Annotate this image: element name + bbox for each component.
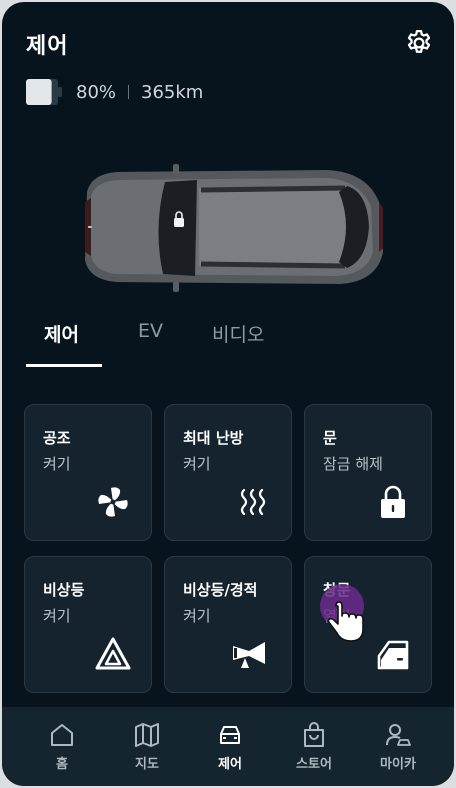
card-hazard[interactable]: 비상등 켜기 bbox=[24, 556, 152, 693]
card-hazard-horn[interactable]: 비상등/경적 켜기 bbox=[164, 556, 292, 693]
mycar-icon bbox=[386, 724, 411, 746]
gear-icon[interactable] bbox=[404, 28, 434, 58]
phone-screen: 제어 80% 365km 제어 EV 비디오 공조 켜기 최대 난방 켜기 문 … bbox=[2, 2, 454, 786]
store-icon bbox=[304, 722, 324, 747]
card-action: 잠금 해제 bbox=[323, 455, 383, 473]
bottom-navigation: 홈 지도 제어 스토어 마이카 bbox=[2, 707, 454, 786]
card-action: 켜기 bbox=[183, 607, 211, 625]
nav-label: 지도 bbox=[135, 757, 159, 772]
card-title: 문 bbox=[323, 429, 337, 447]
car-icon bbox=[220, 726, 240, 744]
card-max-heat[interactable]: 최대 난방 켜기 bbox=[164, 404, 292, 541]
hazard-icon bbox=[95, 637, 131, 670]
home-icon bbox=[51, 724, 73, 746]
nav-control[interactable]: 제어 bbox=[190, 717, 270, 777]
car-top-view bbox=[85, 164, 383, 292]
window-icon bbox=[377, 640, 409, 670]
card-action: 켜기 bbox=[43, 607, 71, 625]
battery-range: 365km bbox=[141, 81, 204, 103]
heat-icon bbox=[240, 488, 266, 516]
divider bbox=[128, 85, 130, 99]
nav-label: 제어 bbox=[218, 757, 242, 772]
fan-icon bbox=[98, 487, 128, 517]
tab-ev[interactable]: EV bbox=[138, 320, 163, 342]
map-icon bbox=[135, 723, 159, 747]
nav-mycar[interactable]: 마이카 bbox=[358, 717, 438, 777]
card-door[interactable]: 문 잠금 해제 bbox=[304, 404, 432, 541]
card-title: 공조 bbox=[43, 429, 71, 447]
card-action: 켜기 bbox=[183, 455, 211, 473]
page-title: 제어 bbox=[26, 34, 69, 59]
card-title: 최대 난방 bbox=[183, 429, 244, 447]
nav-map[interactable]: 지도 bbox=[107, 717, 187, 777]
tab-control[interactable]: 제어 bbox=[44, 320, 79, 347]
control-tabs: 제어 EV 비디오 bbox=[26, 314, 446, 368]
lock-icon bbox=[381, 485, 405, 518]
card-title: 비상등 bbox=[43, 581, 85, 599]
nav-store[interactable]: 스토어 bbox=[274, 717, 354, 777]
battery-status: 80% 365km bbox=[26, 78, 203, 106]
battery-percent: 80% bbox=[76, 81, 117, 103]
nav-home[interactable]: 홈 bbox=[22, 717, 102, 777]
card-climate[interactable]: 공조 켜기 bbox=[24, 404, 152, 541]
horn-icon bbox=[233, 642, 265, 668]
battery-icon bbox=[26, 79, 62, 105]
card-action: 켜기 bbox=[43, 455, 71, 473]
tap-gesture-icon bbox=[320, 584, 364, 642]
nav-label: 홈 bbox=[56, 757, 68, 772]
tab-video[interactable]: 비디오 bbox=[212, 320, 264, 347]
nav-label: 마이카 bbox=[380, 757, 416, 772]
active-tab-indicator bbox=[26, 364, 102, 367]
card-title: 비상등/경적 bbox=[183, 581, 258, 599]
nav-label: 스토어 bbox=[296, 757, 332, 772]
